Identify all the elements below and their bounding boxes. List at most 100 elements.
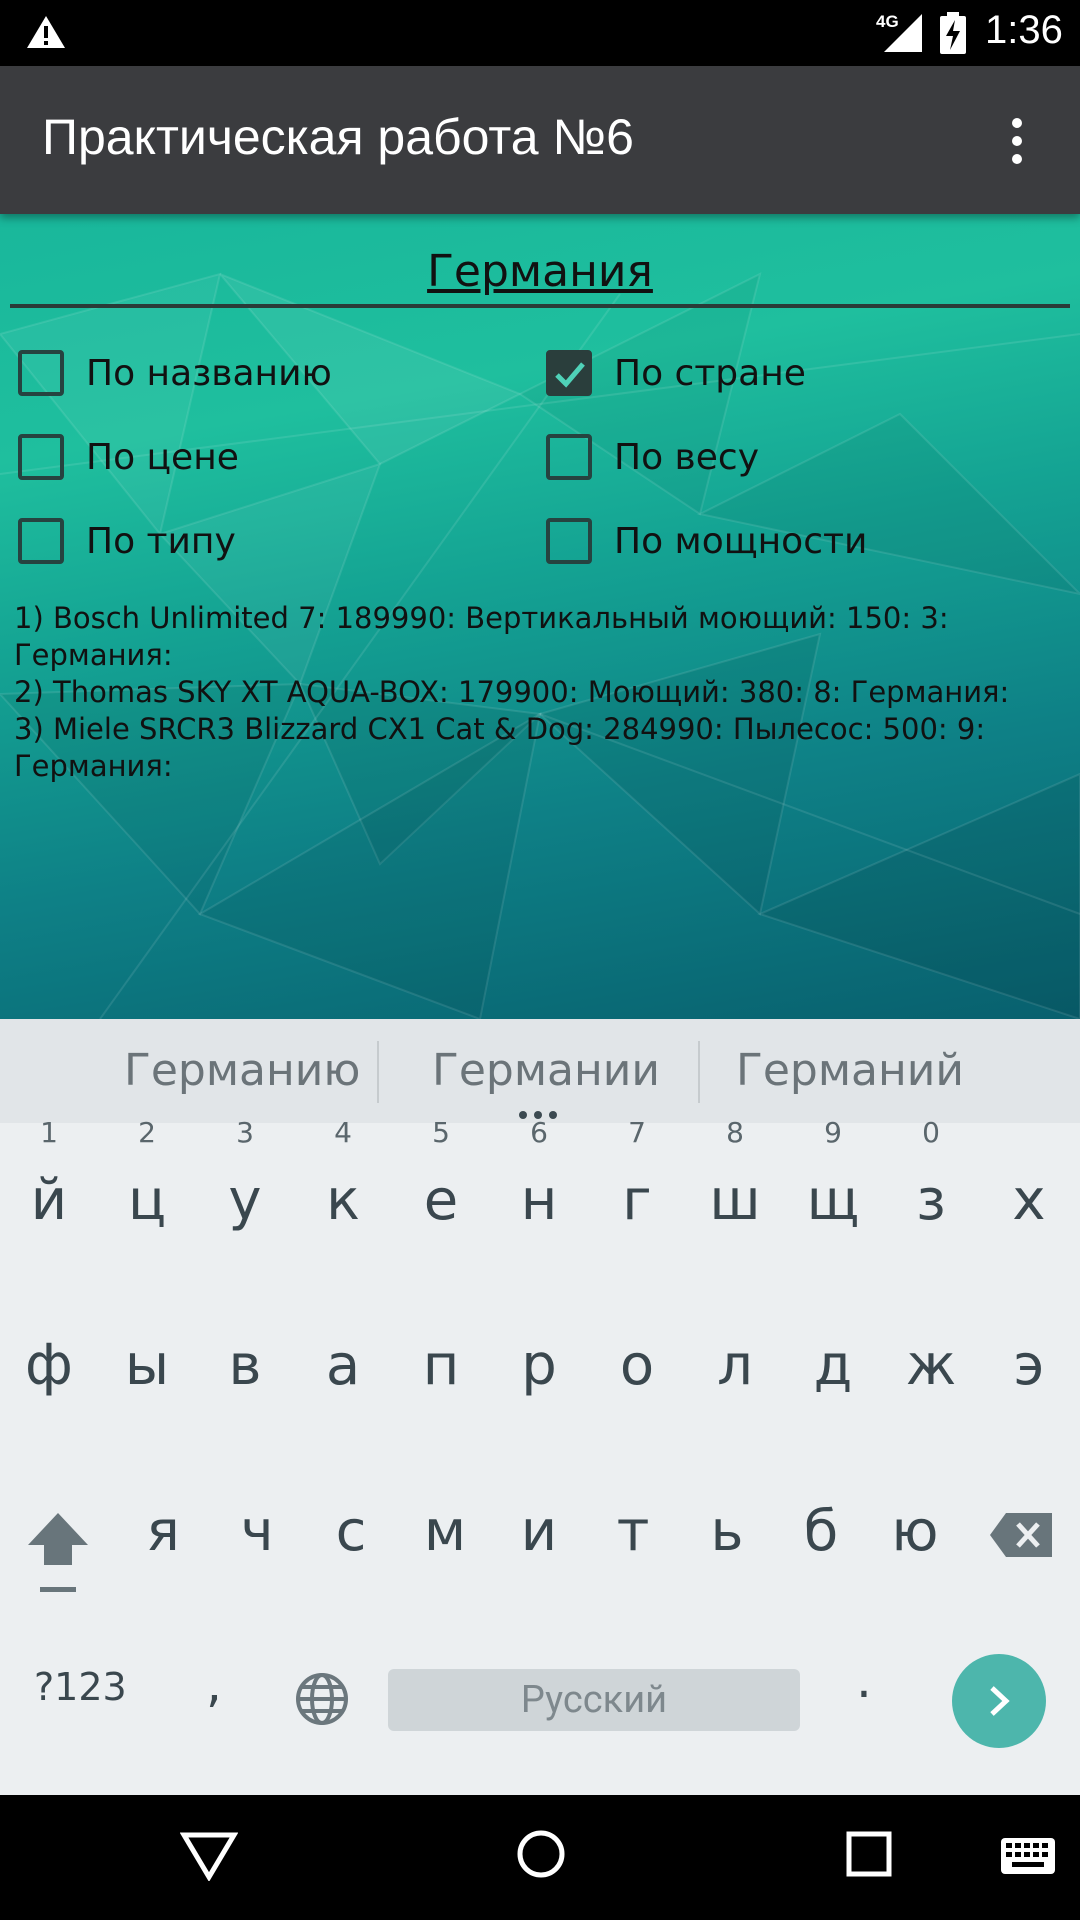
- key-char: е: [423, 1168, 459, 1233]
- key-char: н: [520, 1168, 558, 1233]
- key-з[interactable]: 0з: [882, 1116, 980, 1233]
- result-line: 3) Miele SRCR3 Blizzard CX1 Cat & Dog: 2…: [14, 712, 986, 783]
- checkmark-icon: [555, 362, 585, 388]
- suggestion-right[interactable]: Германий: [736, 1045, 964, 1096]
- suggestion-center[interactable]: Германии: [432, 1045, 660, 1096]
- key-char: ж: [905, 1333, 957, 1398]
- checkbox-label: По весу: [614, 436, 760, 478]
- key-т[interactable]: т: [584, 1499, 682, 1564]
- checkbox[interactable]: [546, 518, 592, 564]
- key-о[interactable]: о: [588, 1333, 686, 1398]
- filter-by-weight[interactable]: По весу: [546, 434, 759, 480]
- divider: [698, 1041, 700, 1103]
- app-bar: Практическая работа №6: [0, 66, 1080, 214]
- key-hint: 0: [922, 1116, 940, 1149]
- enter-button[interactable]: [952, 1654, 1046, 1748]
- key-char: г: [622, 1168, 652, 1233]
- key-к[interactable]: 4к: [294, 1116, 392, 1233]
- filter-by-power[interactable]: По мощности: [546, 518, 867, 564]
- key-char: б: [803, 1499, 839, 1564]
- results-text: 1) Bosch Unlimited 7: 189990: Вертикальн…: [14, 600, 1074, 785]
- key-char: и: [520, 1499, 558, 1564]
- key-ы[interactable]: ы: [98, 1333, 196, 1398]
- key-в[interactable]: в: [196, 1333, 294, 1398]
- country-input-value: Германия: [427, 246, 653, 297]
- key-char: у: [228, 1168, 262, 1233]
- key-ф[interactable]: ф: [0, 1333, 98, 1398]
- key-ж[interactable]: ж: [882, 1333, 980, 1398]
- key-я[interactable]: я: [114, 1499, 212, 1564]
- key-char: ы: [124, 1333, 170, 1398]
- key-char: й: [30, 1168, 68, 1233]
- suggestion-strip: Германию Германии Германий: [0, 1019, 1080, 1123]
- checkbox-label: По стране: [614, 352, 806, 394]
- home-icon[interactable]: [516, 1829, 566, 1879]
- key-м[interactable]: м: [396, 1499, 494, 1564]
- key-char: м: [423, 1499, 467, 1564]
- key-char: р: [521, 1333, 557, 1398]
- recents-icon[interactable]: [846, 1831, 892, 1877]
- checkbox-label: По названию: [86, 352, 332, 394]
- key-а[interactable]: а: [294, 1333, 392, 1398]
- key-б[interactable]: б: [772, 1499, 870, 1564]
- key-char: з: [916, 1168, 946, 1233]
- soft-keyboard: Германию Германии Германий 1й2ц3у4к5е6н7…: [0, 1019, 1080, 1795]
- key-char: э: [1013, 1333, 1045, 1398]
- filter-by-country[interactable]: По стране: [546, 350, 806, 396]
- checkbox[interactable]: [18, 350, 64, 396]
- suggestion-left[interactable]: Германию: [124, 1045, 360, 1096]
- key-hint: 5: [432, 1116, 450, 1149]
- key-р[interactable]: р: [490, 1333, 588, 1398]
- key-ш[interactable]: 8ш: [686, 1116, 784, 1233]
- key-л[interactable]: л: [686, 1333, 784, 1398]
- main-content: Германия По названию По стране По цене П…: [0, 214, 1080, 1019]
- checkbox[interactable]: [18, 518, 64, 564]
- key-г[interactable]: 7г: [588, 1116, 686, 1233]
- key-char: в: [228, 1333, 262, 1398]
- key-ц[interactable]: 2ц: [98, 1116, 196, 1233]
- key-д[interactable]: д: [784, 1333, 882, 1398]
- space-key[interactable]: Русский: [388, 1669, 800, 1731]
- key-н[interactable]: 6н: [490, 1116, 588, 1233]
- symbols-key[interactable]: ?123: [34, 1665, 127, 1709]
- back-icon[interactable]: [180, 1831, 238, 1881]
- backspace-icon[interactable]: [988, 1511, 1054, 1559]
- period-key[interactable]: .: [856, 1651, 872, 1709]
- key-й[interactable]: 1й: [0, 1116, 98, 1233]
- comma-key[interactable]: ,: [206, 1655, 222, 1713]
- key-hint: 1: [40, 1116, 58, 1149]
- overflow-menu-icon[interactable]: [992, 114, 1042, 168]
- key-с[interactable]: с: [302, 1499, 400, 1564]
- key-щ[interactable]: 9щ: [784, 1116, 882, 1233]
- filter-by-type[interactable]: По типу: [18, 518, 236, 564]
- key-и[interactable]: и: [490, 1499, 588, 1564]
- key-hint: 4: [334, 1116, 352, 1149]
- key-hint: 2: [138, 1116, 156, 1149]
- key-char: д: [813, 1333, 853, 1398]
- keyboard-switch-icon[interactable]: [1000, 1837, 1056, 1875]
- checkbox-label: По цене: [86, 436, 239, 478]
- key-х[interactable]: х: [980, 1168, 1078, 1233]
- globe-icon[interactable]: [294, 1671, 350, 1727]
- filter-by-name[interactable]: По названию: [18, 350, 332, 396]
- key-char: х: [1012, 1168, 1046, 1233]
- chevron-right-icon: [990, 1686, 1010, 1716]
- key-э[interactable]: э: [980, 1333, 1078, 1398]
- checkbox[interactable]: [546, 434, 592, 480]
- key-ч[interactable]: ч: [208, 1499, 306, 1564]
- key-у[interactable]: 3у: [196, 1116, 294, 1233]
- key-ь[interactable]: ь: [678, 1499, 776, 1564]
- checkbox-checked[interactable]: [546, 350, 592, 396]
- shift-icon[interactable]: [26, 1509, 90, 1595]
- key-ю[interactable]: ю: [866, 1499, 964, 1564]
- key-char: я: [146, 1499, 180, 1564]
- key-char: ц: [127, 1168, 167, 1233]
- key-п[interactable]: п: [392, 1333, 490, 1398]
- key-char: т: [616, 1499, 650, 1564]
- filter-by-price[interactable]: По цене: [18, 434, 239, 480]
- key-е[interactable]: 5е: [392, 1116, 490, 1233]
- country-input[interactable]: Германия: [10, 238, 1070, 308]
- checkbox[interactable]: [18, 434, 64, 480]
- navigation-bar: [0, 1795, 1080, 1920]
- key-hint: 9: [824, 1116, 842, 1149]
